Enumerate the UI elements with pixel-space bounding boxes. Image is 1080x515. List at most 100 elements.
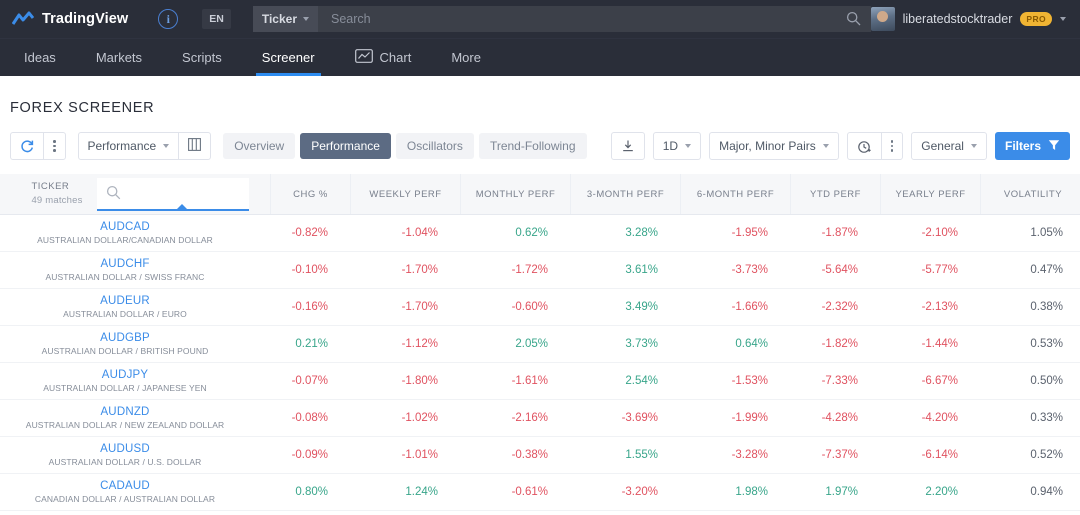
global-search-input[interactable]: Search	[331, 12, 371, 26]
column-header-3month[interactable]: 3-MONTH PERF	[570, 174, 680, 214]
cell-6m: -3.73%	[731, 264, 768, 276]
ticker-cell[interactable]: AUDCAD AUSTRALIAN DOLLAR/CANADIAN DOLLAR	[0, 215, 270, 251]
table-row[interactable]: AUDEUR AUSTRALIAN DOLLAR / EURO -0.16% -1.7…	[0, 289, 1080, 326]
cell-ytd: -7.33%	[821, 375, 858, 387]
ticker-cell[interactable]: AUDEUR AUSTRALIAN DOLLAR / EURO	[0, 289, 270, 325]
nav-item-ideas[interactable]: Ideas	[4, 39, 76, 76]
table-row[interactable]: AUDCAD AUSTRALIAN DOLLAR/CANADIAN DOLLAR -…	[0, 215, 1080, 252]
ticker-description: AUSTRALIAN DOLLAR / SWISS FRANC	[45, 272, 205, 282]
ticker-description: AUSTRALIAN DOLLAR / EURO	[63, 309, 187, 319]
download-button[interactable]	[612, 133, 644, 159]
ticker-cell[interactable]: AUDJPY AUSTRALIAN DOLLAR / JAPANESE YEN	[0, 363, 270, 399]
brand-logo-link[interactable]: TradingView	[11, 11, 129, 27]
general-dropdown[interactable]: General	[912, 133, 986, 159]
filters-button[interactable]: Filters	[994, 132, 1070, 160]
column-header-weekly[interactable]: WEEKLY PERF	[350, 174, 460, 214]
ticker-description: CANADIAN DOLLAR / AUSTRALIAN DOLLAR	[34, 494, 216, 504]
table-row[interactable]: AUDNZD AUSTRALIAN DOLLAR / NEW ZEALAND DO…	[0, 400, 1080, 437]
search-scope-dropdown[interactable]: Ticker	[252, 6, 318, 32]
ticker-symbol[interactable]: AUDJPY	[102, 369, 149, 381]
cell-year: -4.20%	[921, 412, 958, 424]
cell-week: -1.02%	[401, 412, 438, 424]
cell-week: -1.12%	[401, 338, 438, 350]
add-alert-button[interactable]	[848, 133, 882, 159]
ticker-cell[interactable]: AUDNZD AUSTRALIAN DOLLAR / NEW ZEALAND DO…	[0, 400, 270, 436]
market-dropdown[interactable]: Major, Minor Pairs	[710, 133, 838, 159]
tab-oscillators[interactable]: Oscillators	[395, 133, 474, 159]
nav-item-label: Chart	[379, 50, 412, 65]
match-count-label: 49 matches	[31, 195, 83, 206]
refresh-button[interactable]	[11, 133, 44, 159]
language-selector[interactable]: EN	[202, 9, 231, 29]
funnel-icon	[1048, 139, 1060, 154]
cell-week: -1.01%	[401, 449, 438, 461]
cell-year: -5.77%	[921, 264, 958, 276]
ticker-symbol[interactable]: AUDEUR	[100, 295, 150, 307]
ticker-search-input[interactable]	[96, 177, 249, 211]
nav-item-screener[interactable]: Screener	[242, 39, 335, 76]
column-header-ticker[interactable]: TICKER 49 matches	[0, 174, 270, 214]
columns-button[interactable]	[179, 133, 210, 159]
brand-name: TradingView	[42, 11, 129, 27]
nav-item-scripts[interactable]: Scripts	[162, 39, 242, 76]
ticker-cell[interactable]: AUDCHF AUSTRALIAN DOLLAR / SWISS FRANC	[0, 252, 270, 288]
ticker-symbol[interactable]: AUDNZD	[100, 406, 149, 418]
cell-week: -1.70%	[401, 264, 438, 276]
cell-chg: -0.07%	[291, 375, 328, 387]
ticker-description: AUSTRALIAN DOLLAR / BRITISH POUND	[41, 346, 209, 356]
cell-month: 0.62%	[515, 227, 548, 239]
ticker-symbol[interactable]: AUDUSD	[100, 443, 150, 455]
nav-item-markets[interactable]: Markets	[76, 39, 162, 76]
column-header-chg[interactable]: CHG %	[270, 174, 350, 214]
ticker-cell[interactable]: CADCHFCANADIAN DOLLAR / SWISS FRANC	[0, 511, 270, 515]
cell-ytd: -3.79%	[790, 511, 880, 515]
toolbar-more-button[interactable]	[44, 133, 65, 159]
table-row[interactable]: AUDUSD AUSTRALIAN DOLLAR / U.S. DOLLAR -0.…	[0, 437, 1080, 474]
column-header-ytd[interactable]: YTD PERF	[790, 174, 880, 214]
cell-3m: 0.32%	[570, 511, 680, 515]
tab-overview[interactable]: Overview	[223, 133, 296, 159]
ticker-symbol[interactable]: AUDCAD	[100, 221, 150, 233]
global-search-bar[interactable]: Ticker Search	[252, 6, 871, 32]
column-header-volatility[interactable]: VOLATILITY	[980, 174, 1080, 214]
cell-month: -2.16%	[511, 412, 548, 424]
sort-indicator-icon	[176, 203, 187, 209]
table-row[interactable]: CADCHFCANADIAN DOLLAR / SWISS FRANC0.68%…	[0, 511, 1080, 515]
cell-chg: 0.80%	[295, 486, 328, 498]
column-header-yearly[interactable]: YEARLY PERF	[880, 174, 980, 214]
cell-chg: 0.21%	[295, 338, 328, 350]
screener-toolbar: Performance Overview Performance Oscilla…	[0, 116, 1080, 160]
interval-dropdown[interactable]: 1D	[654, 133, 700, 159]
table-row[interactable]: AUDJPY AUSTRALIAN DOLLAR / JAPANESE YEN -0…	[0, 363, 1080, 400]
cell-month: -1.72%	[511, 264, 548, 276]
username-label: liberatedstocktrader	[902, 12, 1013, 26]
cell-vol: 1.05%	[1030, 227, 1063, 239]
ticker-cell[interactable]: AUDGBP AUSTRALIAN DOLLAR / BRITISH POUND	[0, 326, 270, 362]
ticker-symbol[interactable]: AUDCHF	[100, 258, 149, 270]
info-icon[interactable]: i	[158, 9, 179, 29]
column-header-6month[interactable]: 6-MONTH PERF	[680, 174, 790, 214]
ticker-symbol[interactable]: CADAUD	[100, 480, 150, 492]
general-group: General	[911, 132, 987, 160]
cell-3m: 1.55%	[625, 449, 658, 461]
preset-dropdown[interactable]: Performance	[79, 133, 180, 159]
tab-trend-following[interactable]: Trend-Following	[478, 133, 587, 159]
alert-more-button[interactable]	[882, 133, 903, 159]
tab-performance[interactable]: Performance	[300, 133, 391, 159]
table-row[interactable]: AUDCHF AUSTRALIAN DOLLAR / SWISS FRANC -0.…	[0, 252, 1080, 289]
ticker-cell[interactable]: CADAUD CANADIAN DOLLAR / AUSTRALIAN DOLLA…	[0, 474, 270, 510]
nav-item-chart[interactable]: Chart	[335, 39, 432, 76]
cell-6m: -1.80%	[680, 511, 790, 515]
nav-item-more[interactable]: More	[431, 39, 501, 76]
secondary-navigation: Ideas Markets Scripts Screener Chart Mor…	[0, 38, 1080, 76]
search-icon[interactable]	[846, 11, 861, 31]
table-row[interactable]: AUDGBP AUSTRALIAN DOLLAR / BRITISH POUND 0…	[0, 326, 1080, 363]
cell-ytd: -7.37%	[821, 449, 858, 461]
ticker-symbol[interactable]: AUDGBP	[100, 332, 150, 344]
cell-6m: 0.64%	[735, 338, 768, 350]
column-header-monthly[interactable]: MONTHLY PERF	[460, 174, 570, 214]
chevron-down-icon[interactable]	[1060, 17, 1066, 21]
user-profile-menu[interactable]: liberatedstocktrader PRO	[870, 7, 1070, 31]
ticker-cell[interactable]: AUDUSD AUSTRALIAN DOLLAR / U.S. DOLLAR	[0, 437, 270, 473]
table-row[interactable]: CADAUD CANADIAN DOLLAR / AUSTRALIAN DOLLA…	[0, 474, 1080, 511]
